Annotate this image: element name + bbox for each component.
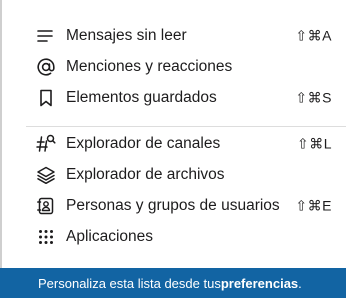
channel-search-icon	[36, 134, 56, 154]
customize-footer: Personaliza esta lista desde tus prefere…	[0, 268, 346, 298]
menu-item-label: Aplicaciones	[66, 227, 154, 245]
menu-item-label: Personas y grupos de usuarios	[66, 196, 280, 214]
menu-item-label: Elementos guardados	[66, 88, 217, 106]
at-sign-icon	[36, 57, 56, 77]
sidebar-more-menu: Mensajes sin leer ⇧⌘A Menciones y reacci…	[0, 0, 346, 298]
keyboard-shortcut: ⇧⌘A	[295, 27, 332, 43]
bookmark-icon	[36, 88, 56, 108]
keyboard-shortcut: ⇧⌘L	[296, 135, 332, 151]
menu-item-file-browser[interactable]: Explorador de archivos	[0, 159, 346, 190]
menu-item-label: Menciones y reacciones	[66, 57, 233, 75]
keyboard-shortcut: ⇧⌘E	[295, 197, 332, 213]
contact-card-icon	[36, 196, 56, 216]
menu-item-apps[interactable]: Aplicaciones	[0, 221, 346, 252]
menu-item-saved-items[interactable]: Elementos guardados ⇧⌘S	[0, 82, 346, 113]
footer-text: Personaliza esta lista desde tus	[38, 275, 221, 291]
unread-lines-icon	[36, 26, 56, 46]
layers-icon	[36, 165, 56, 185]
footer-suffix: .	[298, 275, 302, 291]
preferences-link[interactable]: preferencias	[221, 276, 298, 291]
menu-item-mentions-reactions[interactable]: Menciones y reacciones	[0, 51, 346, 82]
menu-item-label: Explorador de canales	[66, 134, 221, 152]
menu-item-people-user-groups[interactable]: Personas y grupos de usuarios ⇧⌘E	[0, 190, 346, 221]
menu-item-unread-messages[interactable]: Mensajes sin leer ⇧⌘A	[0, 20, 346, 51]
keyboard-shortcut: ⇧⌘S	[295, 89, 332, 105]
menu-item-label: Explorador de archivos	[66, 165, 225, 183]
apps-grid-icon	[36, 227, 56, 247]
menu-divider	[26, 126, 346, 127]
menu-item-channel-browser[interactable]: Explorador de canales ⇧⌘L	[0, 128, 346, 159]
menu-item-label: Mensajes sin leer	[66, 26, 187, 44]
